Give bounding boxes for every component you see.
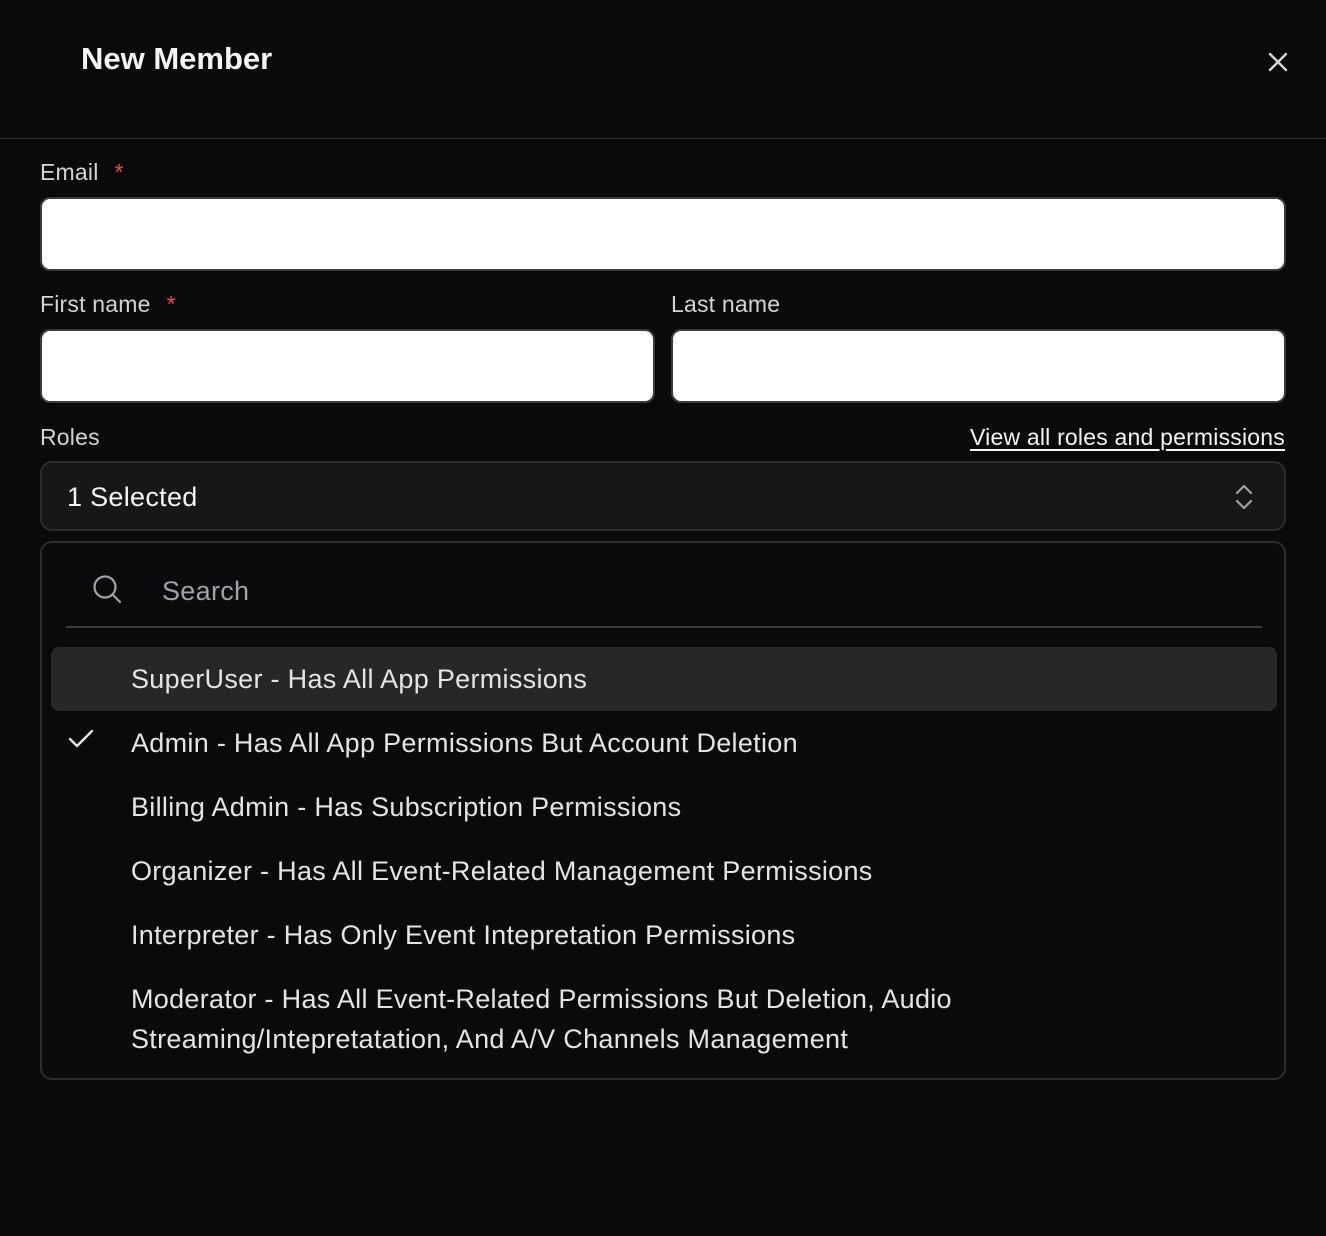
first-name-required-mark: * (166, 291, 176, 317)
role-option-label: Moderator - Has All Event-Related Permis… (131, 984, 952, 1054)
email-label: Email * (40, 158, 124, 186)
role-option-superuser[interactable]: SuperUser - Has All App Permissions (51, 647, 1277, 711)
search-icon (93, 575, 122, 604)
email-label-text: Email (40, 159, 99, 185)
role-option-label: Interpreter - Has Only Event Intepretati… (131, 920, 796, 950)
role-option-moderator[interactable]: Moderator - Has All Event-Related Permis… (51, 967, 1277, 1071)
email-required-mark: * (114, 159, 124, 185)
role-option-label: SuperUser - Has All App Permissions (131, 664, 588, 694)
close-button[interactable] (1262, 46, 1294, 78)
role-option-admin[interactable]: Admin - Has All App Permissions But Acco… (51, 711, 1277, 775)
email-field[interactable] (40, 197, 1286, 271)
modal-header: New Member (0, 0, 1326, 139)
view-roles-link[interactable]: View all roles and permissions (970, 423, 1285, 451)
chevron-up-down-icon (1235, 484, 1253, 510)
new-member-modal: New Member Email * First name * Last name … (0, 0, 1326, 1236)
last-name-label: Last name (671, 290, 780, 318)
roles-dropdown: SuperUser - Has All App Permissions Admi… (40, 541, 1286, 1080)
close-icon (1268, 52, 1288, 72)
role-option-label: Billing Admin - Has Subscription Permiss… (131, 792, 682, 822)
role-option-label: Organizer - Has All Event-Related Manage… (131, 856, 873, 886)
check-icon (68, 729, 94, 748)
roles-select[interactable]: 1 Selected (40, 461, 1286, 531)
first-name-field[interactable] (40, 329, 655, 403)
role-option-label: Admin - Has All App Permissions But Acco… (131, 728, 798, 758)
dropdown-search (66, 543, 1262, 628)
role-option-interpreter[interactable]: Interpreter - Has Only Event Intepretati… (51, 903, 1277, 967)
role-option-organizer[interactable]: Organizer - Has All Event-Related Manage… (51, 839, 1277, 903)
first-name-label: First name * (40, 290, 176, 318)
roles-label: Roles (40, 424, 100, 450)
modal-title: New Member (81, 41, 273, 76)
first-name-label-text: First name (40, 291, 151, 317)
last-name-field[interactable] (671, 329, 1286, 403)
role-option-billing-admin[interactable]: Billing Admin - Has Subscription Permiss… (51, 775, 1277, 839)
last-name-label-text: Last name (671, 291, 781, 317)
role-search-input[interactable] (162, 569, 1242, 613)
roles-selected-value: 1 Selected (67, 482, 198, 512)
